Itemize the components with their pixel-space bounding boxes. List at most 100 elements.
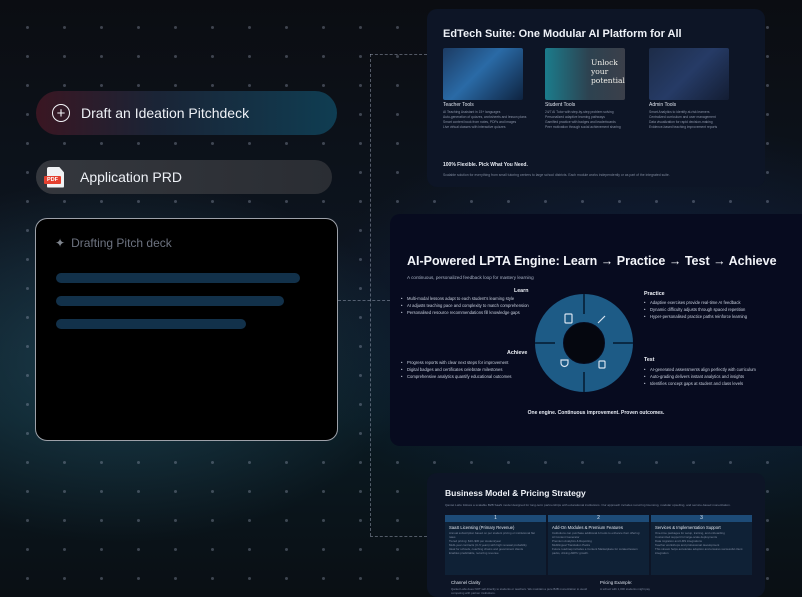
learn-heading: Learn <box>514 288 529 294</box>
background-dot <box>285 26 288 29</box>
background-dot <box>26 113 29 116</box>
background-dot <box>63 200 66 203</box>
pricing-column: 1 SaaS Licensing (Primary Revenue) Annua… <box>445 515 546 575</box>
background-dot <box>766 171 769 174</box>
admin-dashboard-photo <box>649 48 729 100</box>
background-dot <box>63 548 66 551</box>
background-dot <box>211 26 214 29</box>
test-heading: Test <box>644 357 655 363</box>
background-dot <box>766 519 769 522</box>
background-dot <box>396 142 399 145</box>
background-dot <box>359 345 362 348</box>
background-dot <box>396 200 399 203</box>
background-dot <box>63 84 66 87</box>
background-dot <box>100 519 103 522</box>
achieve-list: Progress reports with clear next steps f… <box>401 360 529 381</box>
background-dot <box>359 142 362 145</box>
background-dot <box>137 519 140 522</box>
background-dot <box>655 200 658 203</box>
background-dot <box>729 461 732 464</box>
background-dot <box>137 461 140 464</box>
student-tools-column: Student Tools 24/7 AI Tutor with step-by… <box>545 102 621 129</box>
slide-footer-text: Scalable solution for everything from sm… <box>443 173 670 177</box>
slide-lpta-engine[interactable]: AI-Powered LPTA Engine: Learn → Practice… <box>390 214 802 446</box>
background-dot <box>100 461 103 464</box>
background-dot <box>285 548 288 551</box>
background-dot <box>26 374 29 377</box>
background-dot <box>26 26 29 29</box>
background-dot <box>137 84 140 87</box>
slide-title: Business Model & Pricing Strategy <box>445 488 586 498</box>
background-dot <box>766 548 769 551</box>
background-dot <box>100 26 103 29</box>
connector-top <box>370 54 427 55</box>
background-dot <box>248 548 251 551</box>
background-dot <box>211 577 214 580</box>
background-dot <box>26 461 29 464</box>
background-dot <box>581 461 584 464</box>
background-dot <box>396 461 399 464</box>
draft-pitchdeck-button[interactable]: + Draft an Ideation Pitchdeck <box>36 91 337 135</box>
background-dot <box>359 316 362 319</box>
background-dot <box>766 142 769 145</box>
background-dot <box>359 200 362 203</box>
background-dot <box>322 461 325 464</box>
background-dot <box>63 519 66 522</box>
background-dot <box>248 26 251 29</box>
background-dot <box>359 113 362 116</box>
achieve-heading: Achieve <box>507 350 528 356</box>
background-dot <box>359 26 362 29</box>
background-dot <box>174 142 177 145</box>
background-dot <box>174 200 177 203</box>
background-dot <box>248 200 251 203</box>
background-dot <box>766 26 769 29</box>
background-dot <box>359 490 362 493</box>
background-dot <box>211 142 214 145</box>
background-dot <box>618 200 621 203</box>
background-dot <box>248 142 251 145</box>
background-dot <box>359 403 362 406</box>
background-dot <box>766 461 769 464</box>
background-dot <box>211 461 214 464</box>
loading-line <box>56 273 300 283</box>
background-dot <box>248 490 251 493</box>
background-dot <box>359 577 362 580</box>
slide-edtech-suite[interactable]: EdTech Suite: One Modular AI Platform fo… <box>427 9 765 187</box>
background-dot <box>729 200 732 203</box>
background-dot <box>322 142 325 145</box>
background-dot <box>137 200 140 203</box>
background-dot <box>26 490 29 493</box>
background-dot <box>174 490 177 493</box>
background-dot <box>322 519 325 522</box>
draft-pitchdeck-label: Draft an Ideation Pitchdeck <box>81 105 250 121</box>
background-dot <box>766 490 769 493</box>
ring-center <box>564 323 604 363</box>
background-dot <box>137 142 140 145</box>
application-prd-item[interactable]: PDF Application PRD <box>36 160 332 194</box>
background-dot <box>100 548 103 551</box>
test-list: AI-generated assessments align perfectly… <box>644 367 772 388</box>
background-dot <box>396 113 399 116</box>
practice-heading: Practice <box>644 291 665 297</box>
slide-footer-heading: 100% Flexible. Pick What You Need. <box>443 162 528 168</box>
background-dot <box>766 84 769 87</box>
background-dot <box>100 55 103 58</box>
lpta-cycle-ring <box>535 294 633 392</box>
background-dot <box>322 26 325 29</box>
practice-list: Adaptive exercises provide real-time AI … <box>644 300 772 321</box>
background-dot <box>359 461 362 464</box>
slide-title: AI-Powered LPTA Engine: Learn → Practice… <box>407 254 777 268</box>
slide-business-model[interactable]: Business Model & Pricing Strategy Qantet… <box>427 473 765 597</box>
pdf-file-icon: PDF <box>44 166 64 188</box>
background-dot <box>26 577 29 580</box>
background-dot <box>63 142 66 145</box>
background-dot <box>359 258 362 261</box>
background-dot <box>248 84 251 87</box>
background-dot <box>433 461 436 464</box>
background-dot <box>766 577 769 580</box>
background-dot <box>100 84 103 87</box>
background-dot <box>470 461 473 464</box>
pdf-tag: PDF <box>44 175 61 184</box>
background-dot <box>396 26 399 29</box>
admin-tools-column: Admin Tools Smart Analytics to identify … <box>649 102 718 129</box>
